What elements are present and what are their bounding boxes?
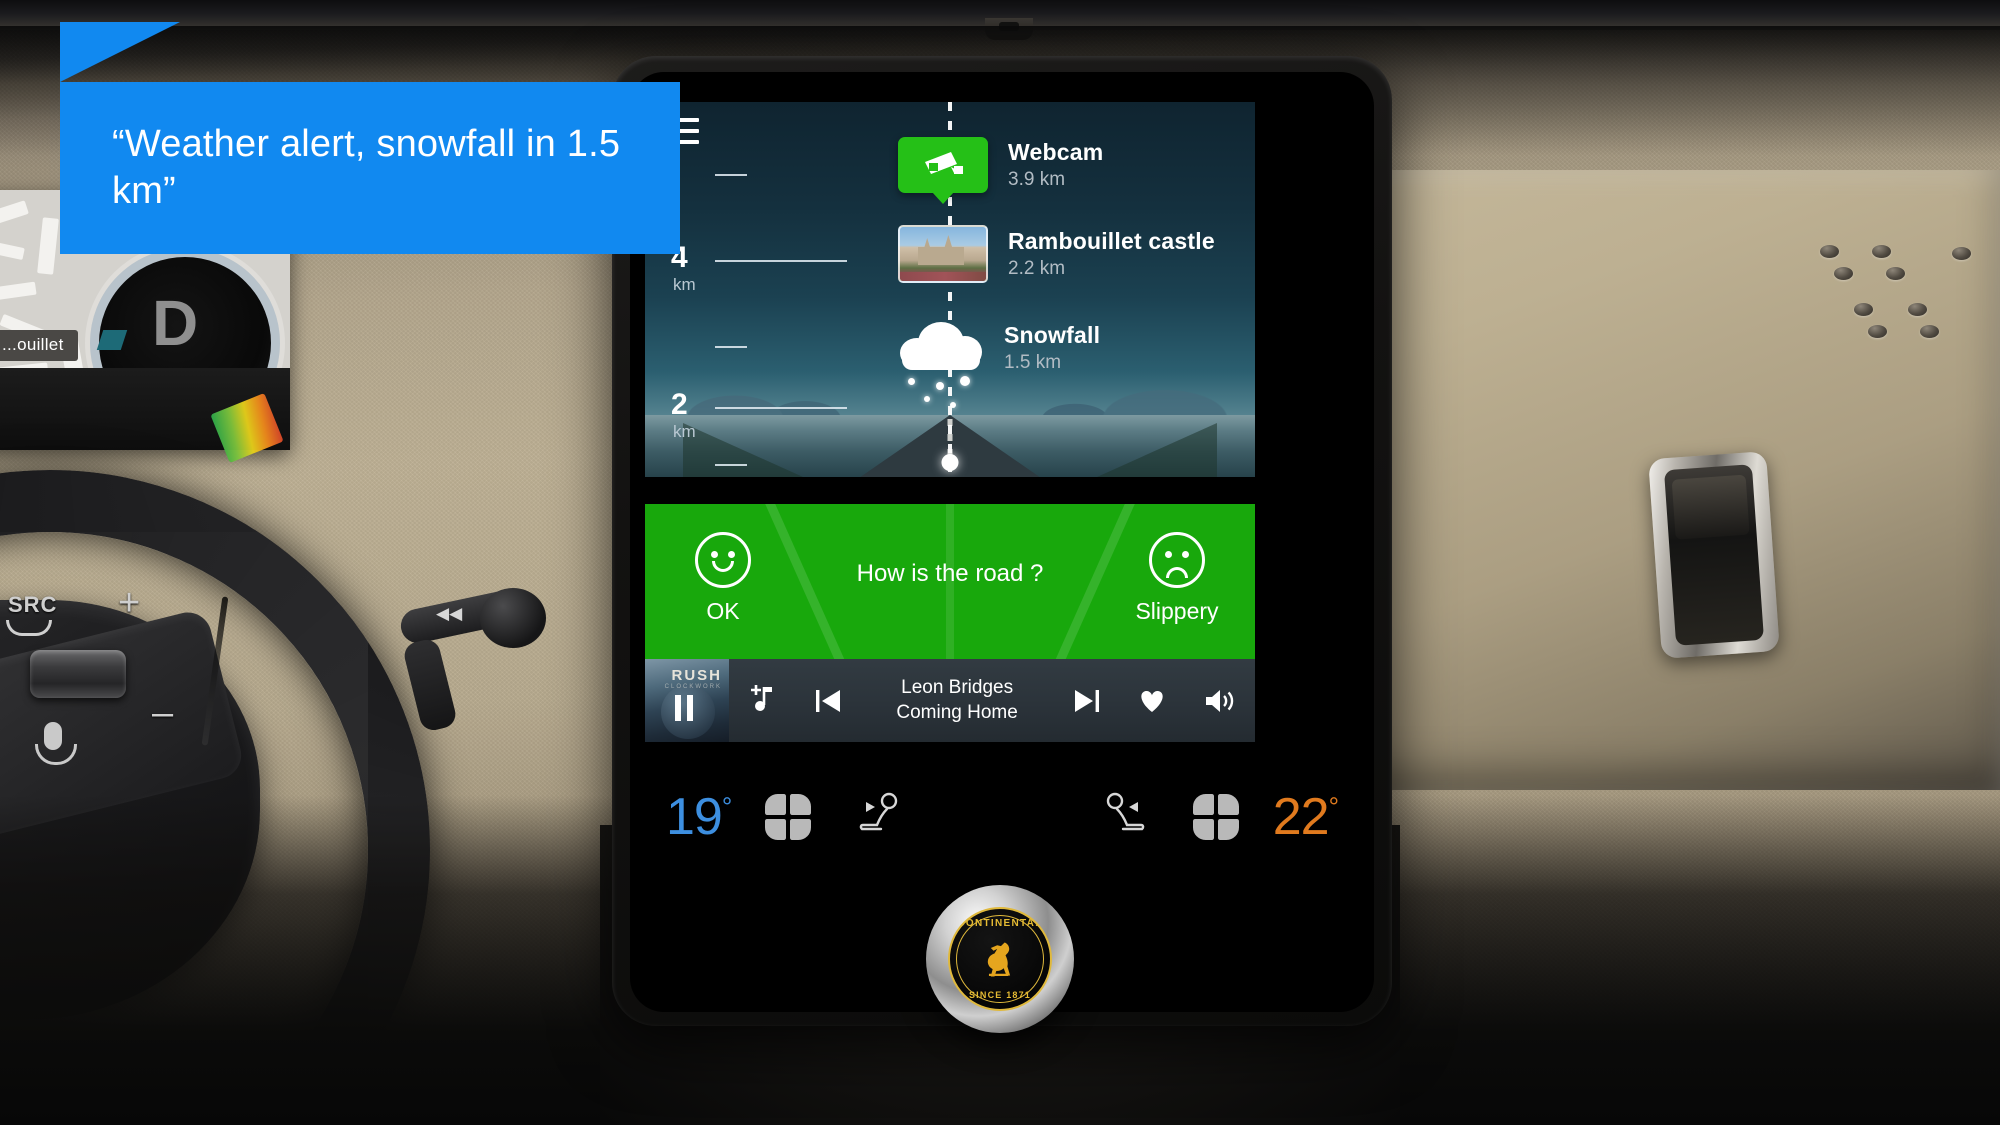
- seat-airflow-left-icon[interactable]: [855, 792, 905, 843]
- voice-microphone-icon[interactable]: [35, 722, 77, 765]
- poi-snowfall[interactable]: Snowfall 1.5 km: [898, 320, 1100, 408]
- pause-icon[interactable]: [675, 695, 693, 721]
- voice-alert-callout: “Weather alert, snowfall in 1.5 km”: [60, 82, 680, 254]
- heart-glyph: [1141, 690, 1163, 712]
- scale-unit-4km: km: [673, 275, 696, 294]
- poi-marker[interactable]: [898, 137, 988, 193]
- poi-text: Webcam 3.9 km: [1008, 139, 1103, 191]
- continental-rotary-knob[interactable]: CONTINENTAL SINCE 1871: [926, 885, 1074, 1033]
- passenger-temp-degree: °: [1328, 791, 1339, 822]
- poi-title: Webcam: [1008, 139, 1104, 165]
- scale-tick: [715, 407, 847, 409]
- poi-distance: 3.9 km: [1008, 169, 1066, 190]
- control-stalk-knob[interactable]: [480, 588, 546, 648]
- driver-temp-degree: °: [721, 791, 732, 822]
- scale-tick: [715, 260, 847, 262]
- steering-source-button[interactable]: SRC: [8, 592, 57, 618]
- scale-label-2km: 2: [671, 388, 688, 421]
- speaker-grille: [1820, 245, 1971, 355]
- sad-face-icon: [1149, 532, 1205, 588]
- speaker-glyph: [1206, 689, 1234, 712]
- rewind-icon[interactable]: ◀◀: [436, 604, 462, 624]
- favorite-heart-icon[interactable]: [1119, 659, 1185, 742]
- steering-scroll-wheel[interactable]: [30, 650, 126, 698]
- feedback-option-label: OK: [706, 598, 740, 624]
- volume-up-button[interactable]: +: [118, 582, 140, 625]
- scale-unit-2km: km: [673, 422, 696, 441]
- voice-alert-text: “Weather alert, snowfall in 1.5 km”: [112, 122, 621, 213]
- seat-airflow-left-glyph: [859, 792, 898, 830]
- track-title: Coming Home: [896, 701, 1018, 723]
- cctv-camera-glyph: [925, 152, 963, 174]
- seat-airflow-right-glyph: [1106, 792, 1145, 830]
- passenger-temperature[interactable]: 22°: [1272, 787, 1339, 847]
- next-track-icon[interactable]: [1054, 659, 1120, 742]
- callout-tail: [60, 22, 180, 82]
- feedback-option-slippery[interactable]: Slippery: [1107, 532, 1247, 625]
- road-verge-right: [1097, 423, 1217, 477]
- scale-tick: [715, 464, 747, 466]
- album-subtitle: CLOCKWORK: [664, 684, 722, 690]
- scale-tick: [715, 346, 747, 348]
- climate-control-bar[interactable]: 19° 22°: [630, 762, 1374, 872]
- distance-scale: 4 km 2 km: [663, 112, 863, 472]
- poi-marker[interactable]: [898, 320, 984, 408]
- skip-forward-glyph: [1074, 689, 1099, 712]
- add-music-note-glyph: [750, 684, 772, 711]
- volume-down-button[interactable]: –: [152, 692, 173, 735]
- poi-webcam[interactable]: Webcam 3.9 km: [898, 137, 1103, 193]
- brand-name-bottom: SINCE 1871: [968, 990, 1032, 1000]
- navigation-horizon-view[interactable]: 4 km 2 km Webcam 3.9 km Rambouillet cast…: [645, 102, 1255, 477]
- snow-cloud-icon[interactable]: [898, 320, 984, 408]
- passenger-temp-value: 22: [1272, 788, 1330, 846]
- webcam-camera-icon[interactable]: [898, 137, 988, 193]
- air-vent[interactable]: [1648, 451, 1780, 659]
- add-to-playlist-icon[interactable]: [729, 659, 795, 742]
- fan-right-icon[interactable]: [1192, 794, 1239, 840]
- center-display[interactable]: 4 km 2 km Webcam 3.9 km Rambouillet cast…: [630, 72, 1374, 1012]
- brand-name-top: CONTINENTAL: [957, 918, 1043, 929]
- poi-distance: 2.2 km: [1008, 258, 1066, 279]
- previous-track-icon[interactable]: [795, 659, 861, 742]
- poi-text: Snowfall 1.5 km: [1004, 322, 1100, 374]
- album-art[interactable]: RUSH CLOCKWORK: [645, 659, 729, 742]
- cockpit-scene: D ...ouillet SRC + – ◀◀ 4 km 2 km Webcam…: [0, 0, 2000, 1125]
- poi-title: Snowfall: [1004, 322, 1101, 348]
- scale-tick: [715, 174, 747, 176]
- vehicle-position-dot: [941, 454, 959, 471]
- driver-temperature[interactable]: 19°: [666, 787, 732, 847]
- driver-temp-value: 19: [666, 788, 723, 846]
- continental-logo: CONTINENTAL SINCE 1871: [948, 907, 1052, 1011]
- track-artist: Leon Bridges: [901, 676, 1014, 698]
- volume-icon[interactable]: [1185, 659, 1255, 742]
- poi-rambouillet-castle[interactable]: Rambouillet castle 2.2 km: [898, 225, 1215, 283]
- cluster-map-label: ...ouillet: [0, 330, 78, 361]
- track-info: Leon Bridges Coming Home: [861, 676, 1054, 725]
- poi-marker[interactable]: [898, 225, 988, 283]
- poi-title: Rambouillet castle: [1008, 228, 1215, 254]
- poi-distance: 1.5 km: [1004, 352, 1062, 373]
- media-player-bar[interactable]: RUSH CLOCKWORK Leon Bridges Coming Home: [645, 659, 1255, 742]
- road-condition-feedback-panel[interactable]: OK How is the road ? Slippery: [645, 504, 1255, 659]
- fan-left-icon[interactable]: [765, 794, 812, 840]
- rearing-horse-icon: [987, 942, 1011, 977]
- album-title: RUSH: [671, 667, 722, 684]
- gear-indicator: D: [152, 287, 199, 359]
- skip-back-glyph: [815, 689, 840, 712]
- seat-airflow-right-icon[interactable]: [1099, 792, 1149, 843]
- poi-text: Rambouillet castle 2.2 km: [1008, 228, 1215, 280]
- castle-photo-thumbnail[interactable]: [898, 225, 988, 283]
- feedback-option-label: Slippery: [1135, 598, 1219, 624]
